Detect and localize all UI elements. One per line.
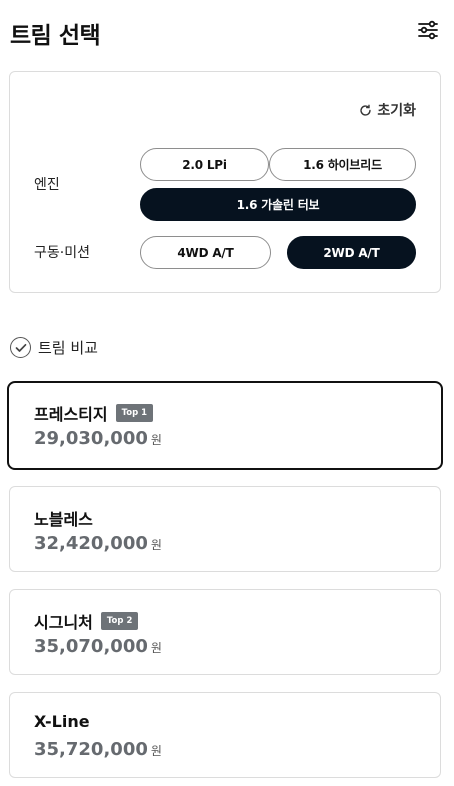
drivetrain-option-2wd[interactable]: 2WD A/T [287,236,416,269]
header: 트림 선택 [10,14,440,50]
refresh-icon [360,104,372,116]
engine-option-lpi[interactable]: 2.0 LPi [140,148,269,181]
price-value: 35,720,000 [34,739,148,760]
trim-card-signature[interactable]: 시그니처 Top 2 35,070,000 원 [9,589,441,675]
engine-option-hybrid[interactable]: 1.6 하이브리드 [269,148,416,181]
price-value: 35,070,000 [34,636,148,657]
trim-options-panel: 초기화 엔진 2.0 LPi 1.6 하이브리드 1.6 가솔린 터보 구동·미… [9,71,441,293]
trim-price: 32,420,000 원 [34,533,162,554]
engine-label: 엔진 [34,177,60,193]
trim-card-title: 노블레스 [34,506,93,530]
engine-option-gasoline-turbo[interactable]: 1.6 가솔린 터보 [140,188,416,221]
rank-badge: Top 1 [115,404,154,422]
trim-compare-label: 트림 비교 [38,339,98,357]
price-value: 29,030,000 [34,428,148,449]
page-title: 트림 선택 [10,23,101,49]
trim-name: X-Line [34,712,90,731]
trim-name: 시그니처 [34,613,93,632]
trim-card-x-line[interactable]: X-Line 35,720,000 원 [9,692,441,778]
trim-price: 29,030,000 원 [34,428,162,449]
price-value: 32,420,000 [34,533,148,554]
trim-card-noblesse[interactable]: 노블레스 32,420,000 원 [9,486,441,572]
trim-card-title: 시그니처 Top 2 [34,609,139,633]
price-unit: 원 [150,538,162,552]
price-unit: 원 [150,641,162,655]
trim-card-title: X-Line [34,712,90,731]
reset-label: 초기화 [377,103,416,119]
drivetrain-label: 구동·미션 [34,245,90,261]
trim-card-prestige[interactable]: 프레스티지 Top 1 29,030,000 원 [7,381,443,470]
rank-badge: Top 2 [100,612,139,630]
trim-compare-toggle[interactable]: 트림 비교 [10,337,98,358]
drivetrain-option-4wd[interactable]: 4WD A/T [140,236,271,269]
trim-price: 35,720,000 원 [34,739,162,760]
reset-button[interactable]: 초기화 [359,100,416,120]
price-unit: 원 [150,433,162,447]
filter-settings-icon[interactable] [416,18,440,42]
trim-price: 35,070,000 원 [34,636,162,657]
price-unit: 원 [150,744,162,758]
check-circle-icon [10,337,31,358]
trim-card-title: 프레스티지 Top 1 [34,401,154,425]
trim-name: 노블레스 [34,510,93,529]
trim-name: 프레스티지 [34,405,108,424]
